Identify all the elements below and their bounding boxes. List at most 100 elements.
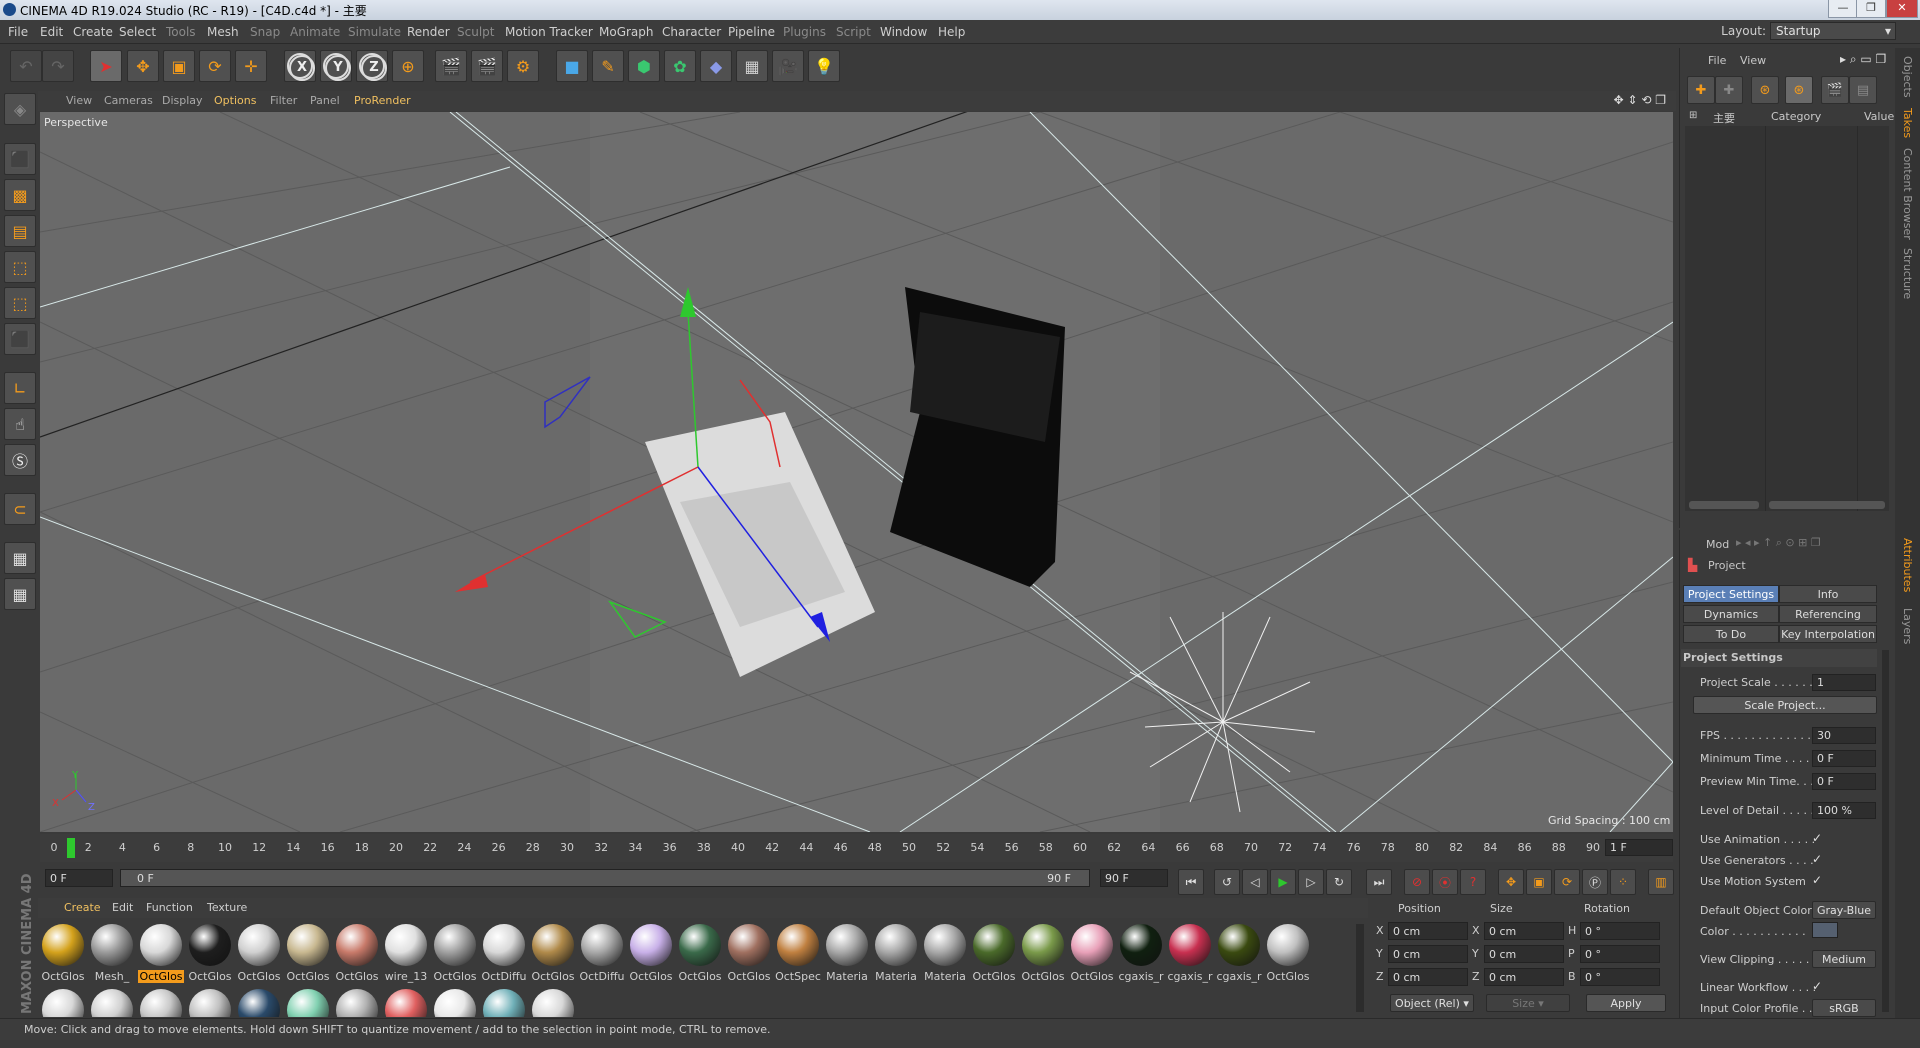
axis-mode-button[interactable]: ∟ xyxy=(4,372,36,404)
black-point-cloud-object[interactable] xyxy=(890,287,1065,587)
side-tab-objects[interactable]: Objects xyxy=(1901,56,1914,98)
coord-pos-field[interactable]: 0 cm xyxy=(1388,945,1468,963)
scale-tool-button[interactable]: ▣ xyxy=(163,50,195,82)
menu-help[interactable]: Help xyxy=(938,25,965,39)
x-axis-button[interactable]: X xyxy=(284,50,316,82)
coord-pos-field[interactable]: 0 cm xyxy=(1388,922,1468,940)
material-swatch[interactable] xyxy=(40,989,86,1017)
light-button[interactable]: 💡 xyxy=(808,50,840,82)
render-view-button[interactable]: 🎬 xyxy=(435,50,467,82)
vp-menu-prorender[interactable]: ProRender xyxy=(354,94,411,107)
deformer-button[interactable]: ◆ xyxy=(700,50,732,82)
material-swatch[interactable]: OctGlos xyxy=(334,924,380,984)
material-swatch[interactable]: OctGlos xyxy=(726,924,772,984)
coord-size-field[interactable]: 0 cm xyxy=(1484,922,1564,940)
take-main-item[interactable]: 主要 xyxy=(1713,110,1735,126)
project-scale-field[interactable]: 1 xyxy=(1812,674,1876,691)
rotate-tool-button[interactable]: ⟳ xyxy=(199,50,231,82)
layout-select[interactable]: Startup ▾ xyxy=(1770,22,1896,40)
material-swatch[interactable]: OctSpec xyxy=(775,924,821,984)
subdivision-button[interactable]: ⬢ xyxy=(628,50,660,82)
coordinate-system-button[interactable]: ⊕ xyxy=(392,50,424,82)
material-swatch[interactable] xyxy=(236,989,282,1017)
takes-hscroll-left[interactable] xyxy=(1689,501,1759,509)
material-swatch[interactable]: OctGlos xyxy=(677,924,723,984)
obj-menu-file[interactable]: File xyxy=(1708,54,1726,67)
go-to-end-button[interactable]: ⏭ xyxy=(1366,869,1392,895)
tab-referencing[interactable]: Referencing xyxy=(1779,605,1877,623)
lod-field[interactable]: 100 % xyxy=(1812,802,1876,819)
default-color-select[interactable]: Gray-Blue xyxy=(1812,901,1876,919)
maximize-button[interactable]: ❐ xyxy=(1856,0,1886,18)
next-key-button[interactable]: ↻ xyxy=(1326,869,1352,895)
edges-mode-button[interactable]: ⬚ xyxy=(4,287,36,319)
select-tool-button[interactable]: ➤ xyxy=(90,50,122,82)
render-settings-button[interactable]: ⚙ xyxy=(507,50,539,82)
side-tab-takes[interactable]: Takes xyxy=(1901,108,1914,138)
color-swatch[interactable] xyxy=(1812,922,1838,938)
override-button[interactable]: ⊛ xyxy=(1751,76,1779,104)
redo-button[interactable]: ↷ xyxy=(42,50,74,82)
material-swatch[interactable] xyxy=(432,989,478,1017)
coord-size-field[interactable]: 0 cm xyxy=(1484,968,1564,986)
lock-workplane-button[interactable]: ▦ xyxy=(4,542,36,574)
attr-scrollbar[interactable] xyxy=(1882,650,1889,1012)
menu-tools[interactable]: Tools xyxy=(166,25,196,39)
render-picture-viewer-button[interactable]: 🎬 xyxy=(471,50,503,82)
material-swatch[interactable]: Materia xyxy=(922,924,968,984)
vp-menu-filter[interactable]: Filter xyxy=(270,94,297,107)
takes-list[interactable] xyxy=(1685,126,1889,511)
y-axis-button[interactable]: Y xyxy=(320,50,352,82)
side-tab-content-browser[interactable]: Content Browser xyxy=(1901,148,1914,240)
menu-script[interactable]: Script xyxy=(836,25,871,39)
menu-file[interactable]: File xyxy=(8,25,28,39)
material-swatch[interactable]: Mesh_ xyxy=(89,924,135,984)
menu-render[interactable]: Render xyxy=(407,25,450,39)
coord-mode-select[interactable]: Object (Rel) ▾ xyxy=(1390,994,1474,1012)
coord-rot-field[interactable]: 0 ° xyxy=(1580,945,1660,963)
material-swatch[interactable]: OctGlos xyxy=(236,924,282,984)
material-swatch[interactable]: OctDiffu xyxy=(579,924,625,984)
material-swatch[interactable]: OctGlos xyxy=(1069,924,1115,984)
attr-mode-menu[interactable]: Mod xyxy=(1706,538,1729,551)
material-swatch[interactable]: OctGlos xyxy=(628,924,674,984)
3d-viewport[interactable]: Y X Z xyxy=(40,112,1673,832)
floor-button[interactable]: ▦ xyxy=(736,50,768,82)
coord-pos-field[interactable]: 0 cm xyxy=(1388,968,1468,986)
material-swatch[interactable] xyxy=(138,989,184,1017)
material-swatch[interactable]: OctGlos xyxy=(971,924,1017,984)
start-frame-field[interactable]: 0 F xyxy=(45,869,113,887)
menu-plugins[interactable]: Plugins xyxy=(783,25,826,39)
go-to-start-button[interactable]: ⏮ xyxy=(1178,869,1204,895)
texture-mode-button[interactable]: ▩ xyxy=(4,179,36,211)
vp-menu-cameras[interactable]: Cameras xyxy=(104,94,153,107)
material-swatch[interactable] xyxy=(285,989,331,1017)
material-swatch[interactable]: cgaxis_r xyxy=(1216,924,1262,984)
menu-sculpt[interactable]: Sculpt xyxy=(457,25,494,39)
timeline-ruler[interactable]: 0 2 4 6 8 10 12 14 16 18 20 22 24 26 28 30 32 34 36 38 40 42 4… xyxy=(40,834,1673,862)
cube-button[interactable]: ■ xyxy=(556,50,588,82)
linear-workflow-checkbox[interactable]: ✓ xyxy=(1812,979,1822,993)
array-button[interactable]: ✿ xyxy=(664,50,696,82)
spline-pen-button[interactable]: ✎ xyxy=(592,50,624,82)
live-select-button[interactable]: ✛ xyxy=(235,50,267,82)
key-pla-button[interactable]: ⁘ xyxy=(1610,869,1636,895)
timeline-window-button[interactable]: ▥ xyxy=(1648,869,1674,895)
keyframe-selection-button[interactable]: ? xyxy=(1460,869,1486,895)
material-swatch[interactable]: OctGlos xyxy=(285,924,331,984)
tweak-mode-button[interactable]: ☝ xyxy=(4,408,36,440)
material-swatch[interactable]: OctGlos xyxy=(187,924,233,984)
end-frame-field[interactable]: 90 F xyxy=(1100,869,1168,887)
tab-to-do[interactable]: To Do xyxy=(1683,625,1779,643)
menu-motion-tracker[interactable]: Motion Tracker xyxy=(505,25,593,39)
use-generators-checkbox[interactable]: ✓ xyxy=(1812,852,1822,866)
material-swatch[interactable]: cgaxis_r xyxy=(1118,924,1164,984)
min-time-field[interactable]: 0 F xyxy=(1812,750,1876,767)
coord-rot-field[interactable]: 0 ° xyxy=(1580,968,1660,986)
menu-mesh[interactable]: Mesh xyxy=(207,25,239,39)
play-button[interactable]: ▶ xyxy=(1270,869,1296,895)
material-swatch[interactable]: OctDiffu xyxy=(481,924,527,984)
coord-size-mode-select[interactable]: Size ▾ xyxy=(1486,994,1570,1012)
next-frame-button[interactable]: ▷ xyxy=(1298,869,1324,895)
previous-frame-button[interactable]: ◁ xyxy=(1242,869,1268,895)
